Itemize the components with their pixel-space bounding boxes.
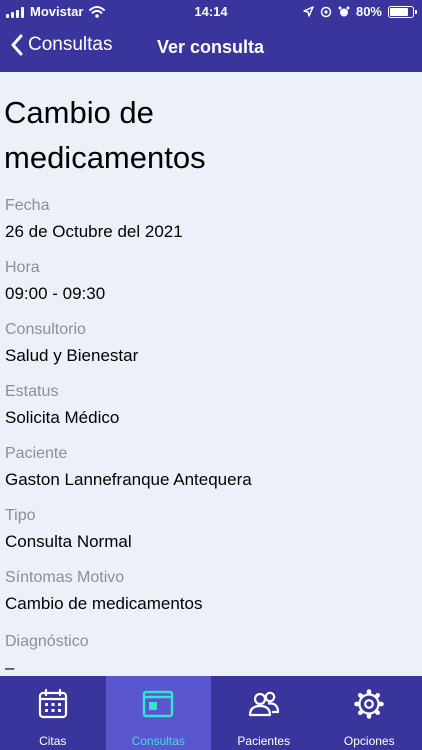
field-hora: Hora 09:00 - 09:30	[5, 258, 105, 305]
field-paciente: Paciente Gaston Lannefranque Antequera	[5, 444, 252, 491]
window-icon	[143, 690, 174, 718]
consulta-title: Cambio de medicamentos	[4, 95, 206, 175]
field-value: 26 de Octubre del 2021	[5, 222, 183, 241]
people-icon	[248, 691, 279, 717]
tab-opciones[interactable]: Opciones	[317, 676, 422, 750]
field-value: Cambio de medicamentos	[5, 594, 203, 613]
field-value: Consulta Normal	[5, 532, 132, 551]
field-value: Salud y Bienestar	[5, 346, 139, 365]
back-label: Consultas	[28, 34, 113, 55]
field-label: Diagnóstico	[5, 633, 89, 650]
nav-title: Ver consulta	[157, 37, 265, 57]
field-label: Hora	[5, 259, 40, 276]
tab-citas[interactable]: Citas	[0, 676, 106, 750]
field-label: Tipo	[5, 507, 36, 524]
field-fecha: Fecha 26 de Octubre del 2021	[5, 196, 183, 243]
back-button[interactable]: Consultas	[10, 34, 113, 56]
field-tipo: Tipo Consulta Normal	[5, 506, 132, 553]
tab-label: Pacientes	[237, 734, 291, 748]
navigation-bar: Consultas Ver consulta	[0, 22, 422, 72]
alarm-icon	[338, 6, 350, 16]
tab-label: Citas	[39, 734, 67, 748]
status-bar: Movistar 14:14 80%	[0, 0, 422, 22]
location-arrow-icon	[303, 6, 314, 17]
status-right: 80%	[303, 4, 417, 19]
calendar-icon	[38, 688, 67, 719]
field-sintomas-motivo: Síntomas Motivo Cambio de medicamentos	[5, 568, 202, 615]
tab-label: Consultas	[131, 734, 185, 748]
tab-bar: Citas Consultas Pacientes Opciones	[0, 676, 422, 750]
field-consultorio: Consultorio Salud y Bienestar	[5, 320, 138, 367]
field-estatus: Estatus Solicita Médico	[5, 382, 119, 429]
field-value: Gaston Lannefranque Antequera	[5, 470, 252, 489]
field-label: Consultorio	[5, 321, 86, 338]
consulta-detail[interactable]: Cambio de medicamentos Fecha 26 de Octub…	[0, 72, 422, 676]
field-value: 09:00 - 09:30	[5, 284, 106, 303]
field-label: Fecha	[5, 197, 50, 214]
orientation-lock-icon	[320, 6, 332, 17]
tab-pacientes[interactable]: Pacientes	[211, 676, 317, 750]
field-value: –	[5, 658, 15, 676]
field-diagnostico: Diagnóstico –	[5, 632, 89, 676]
chevron-left-icon	[11, 34, 23, 56]
gear-icon	[354, 689, 384, 719]
tab-consultas[interactable]: Consultas	[105, 676, 211, 750]
tab-label: Opciones	[343, 734, 395, 748]
field-label: Síntomas Motivo	[5, 569, 125, 586]
field-label: Paciente	[5, 445, 68, 462]
field-label: Estatus	[5, 383, 59, 400]
battery-icon	[388, 5, 417, 18]
battery-percent: 80%	[355, 4, 382, 19]
field-value: Solicita Médico	[5, 408, 120, 427]
